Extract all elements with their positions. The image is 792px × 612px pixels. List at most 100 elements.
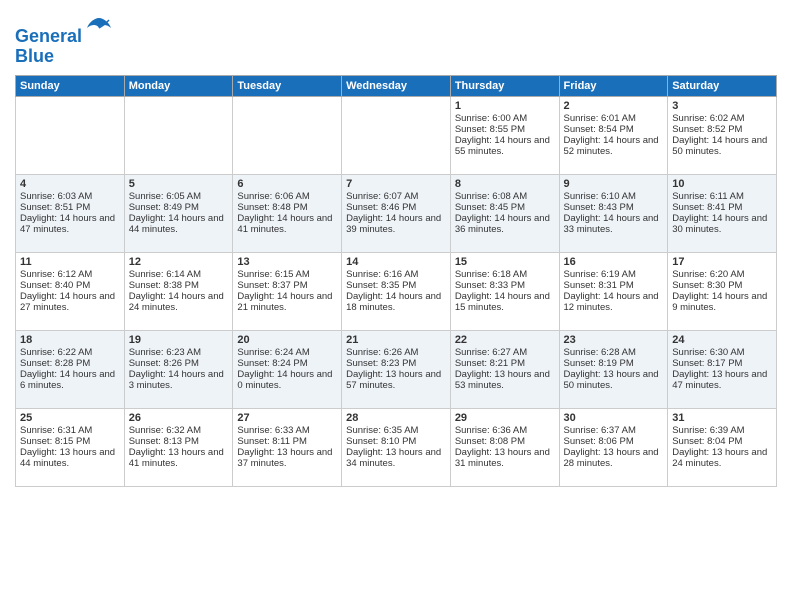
- sunrise-text: Sunrise: 6:07 AM: [346, 191, 446, 202]
- day-number: 31: [672, 412, 772, 424]
- day-cell: 7Sunrise: 6:07 AMSunset: 8:46 PMDaylight…: [342, 174, 451, 252]
- sunrise-text: Sunrise: 6:28 AM: [564, 347, 664, 358]
- daylight-text: Daylight: 14 hours and 33 minutes.: [564, 213, 664, 235]
- day-number: 28: [346, 412, 446, 424]
- day-cell: 23Sunrise: 6:28 AMSunset: 8:19 PMDayligh…: [559, 330, 668, 408]
- sunrise-text: Sunrise: 6:06 AM: [237, 191, 337, 202]
- sunrise-text: Sunrise: 6:31 AM: [20, 425, 120, 436]
- day-number: 10: [672, 178, 772, 190]
- day-cell: 26Sunrise: 6:32 AMSunset: 8:13 PMDayligh…: [124, 408, 233, 486]
- sunrise-text: Sunrise: 6:30 AM: [672, 347, 772, 358]
- day-cell: 13Sunrise: 6:15 AMSunset: 8:37 PMDayligh…: [233, 252, 342, 330]
- day-number: 5: [129, 178, 229, 190]
- day-cell: 5Sunrise: 6:05 AMSunset: 8:49 PMDaylight…: [124, 174, 233, 252]
- day-number: 1: [455, 100, 555, 112]
- day-number: 2: [564, 100, 664, 112]
- sunrise-text: Sunrise: 6:20 AM: [672, 269, 772, 280]
- calendar-table: SundayMondayTuesdayWednesdayThursdayFrid…: [15, 75, 777, 487]
- sunset-text: Sunset: 8:49 PM: [129, 202, 229, 213]
- sunrise-text: Sunrise: 6:33 AM: [237, 425, 337, 436]
- day-number: 8: [455, 178, 555, 190]
- sunset-text: Sunset: 8:48 PM: [237, 202, 337, 213]
- daylight-text: Daylight: 14 hours and 41 minutes.: [237, 213, 337, 235]
- day-cell: 14Sunrise: 6:16 AMSunset: 8:35 PMDayligh…: [342, 252, 451, 330]
- logo-general: General: [15, 26, 82, 46]
- day-cell: 12Sunrise: 6:14 AMSunset: 8:38 PMDayligh…: [124, 252, 233, 330]
- day-number: 17: [672, 256, 772, 268]
- sunrise-text: Sunrise: 6:26 AM: [346, 347, 446, 358]
- day-number: 9: [564, 178, 664, 190]
- sunset-text: Sunset: 8:55 PM: [455, 124, 555, 135]
- week-row-4: 18Sunrise: 6:22 AMSunset: 8:28 PMDayligh…: [16, 330, 777, 408]
- sunset-text: Sunset: 8:23 PM: [346, 358, 446, 369]
- day-number: 13: [237, 256, 337, 268]
- header: General Blue: [15, 10, 777, 67]
- day-cell: 28Sunrise: 6:35 AMSunset: 8:10 PMDayligh…: [342, 408, 451, 486]
- daylight-text: Daylight: 13 hours and 31 minutes.: [455, 447, 555, 469]
- daylight-text: Daylight: 13 hours and 34 minutes.: [346, 447, 446, 469]
- day-cell: 24Sunrise: 6:30 AMSunset: 8:17 PMDayligh…: [668, 330, 777, 408]
- sunrise-text: Sunrise: 6:01 AM: [564, 113, 664, 124]
- daylight-text: Daylight: 14 hours and 47 minutes.: [20, 213, 120, 235]
- day-cell: [233, 96, 342, 174]
- day-number: 6: [237, 178, 337, 190]
- header-row: SundayMondayTuesdayWednesdayThursdayFrid…: [16, 75, 777, 96]
- sunrise-text: Sunrise: 6:24 AM: [237, 347, 337, 358]
- sunset-text: Sunset: 8:04 PM: [672, 436, 772, 447]
- day-cell: 11Sunrise: 6:12 AMSunset: 8:40 PMDayligh…: [16, 252, 125, 330]
- sunrise-text: Sunrise: 6:00 AM: [455, 113, 555, 124]
- day-cell: 18Sunrise: 6:22 AMSunset: 8:28 PMDayligh…: [16, 330, 125, 408]
- sunset-text: Sunset: 8:46 PM: [346, 202, 446, 213]
- col-header-friday: Friday: [559, 75, 668, 96]
- daylight-text: Daylight: 14 hours and 55 minutes.: [455, 135, 555, 157]
- day-cell: 8Sunrise: 6:08 AMSunset: 8:45 PMDaylight…: [450, 174, 559, 252]
- sunrise-text: Sunrise: 6:02 AM: [672, 113, 772, 124]
- sunset-text: Sunset: 8:41 PM: [672, 202, 772, 213]
- day-cell: 22Sunrise: 6:27 AMSunset: 8:21 PMDayligh…: [450, 330, 559, 408]
- col-header-sunday: Sunday: [16, 75, 125, 96]
- logo-bird-icon: [85, 14, 113, 42]
- week-row-1: 1Sunrise: 6:00 AMSunset: 8:55 PMDaylight…: [16, 96, 777, 174]
- daylight-text: Daylight: 13 hours and 53 minutes.: [455, 369, 555, 391]
- sunset-text: Sunset: 8:26 PM: [129, 358, 229, 369]
- daylight-text: Daylight: 14 hours and 9 minutes.: [672, 291, 772, 313]
- daylight-text: Daylight: 14 hours and 18 minutes.: [346, 291, 446, 313]
- sunset-text: Sunset: 8:11 PM: [237, 436, 337, 447]
- week-row-2: 4Sunrise: 6:03 AMSunset: 8:51 PMDaylight…: [16, 174, 777, 252]
- col-header-thursday: Thursday: [450, 75, 559, 96]
- daylight-text: Daylight: 13 hours and 24 minutes.: [672, 447, 772, 469]
- sunset-text: Sunset: 8:28 PM: [20, 358, 120, 369]
- sunrise-text: Sunrise: 6:35 AM: [346, 425, 446, 436]
- col-header-saturday: Saturday: [668, 75, 777, 96]
- sunrise-text: Sunrise: 6:10 AM: [564, 191, 664, 202]
- day-cell: 3Sunrise: 6:02 AMSunset: 8:52 PMDaylight…: [668, 96, 777, 174]
- daylight-text: Daylight: 14 hours and 6 minutes.: [20, 369, 120, 391]
- day-cell: 31Sunrise: 6:39 AMSunset: 8:04 PMDayligh…: [668, 408, 777, 486]
- day-number: 21: [346, 334, 446, 346]
- day-number: 16: [564, 256, 664, 268]
- daylight-text: Daylight: 14 hours and 36 minutes.: [455, 213, 555, 235]
- daylight-text: Daylight: 13 hours and 50 minutes.: [564, 369, 664, 391]
- day-cell: [16, 96, 125, 174]
- sunset-text: Sunset: 8:37 PM: [237, 280, 337, 291]
- sunset-text: Sunset: 8:38 PM: [129, 280, 229, 291]
- sunset-text: Sunset: 8:35 PM: [346, 280, 446, 291]
- sunset-text: Sunset: 8:54 PM: [564, 124, 664, 135]
- sunset-text: Sunset: 8:19 PM: [564, 358, 664, 369]
- day-cell: 21Sunrise: 6:26 AMSunset: 8:23 PMDayligh…: [342, 330, 451, 408]
- day-cell: 9Sunrise: 6:10 AMSunset: 8:43 PMDaylight…: [559, 174, 668, 252]
- sunset-text: Sunset: 8:33 PM: [455, 280, 555, 291]
- day-number: 22: [455, 334, 555, 346]
- daylight-text: Daylight: 13 hours and 28 minutes.: [564, 447, 664, 469]
- daylight-text: Daylight: 13 hours and 57 minutes.: [346, 369, 446, 391]
- day-cell: 25Sunrise: 6:31 AMSunset: 8:15 PMDayligh…: [16, 408, 125, 486]
- sunrise-text: Sunrise: 6:14 AM: [129, 269, 229, 280]
- daylight-text: Daylight: 13 hours and 44 minutes.: [20, 447, 120, 469]
- sunset-text: Sunset: 8:08 PM: [455, 436, 555, 447]
- sunset-text: Sunset: 8:10 PM: [346, 436, 446, 447]
- day-number: 26: [129, 412, 229, 424]
- daylight-text: Daylight: 13 hours and 47 minutes.: [672, 369, 772, 391]
- sunrise-text: Sunrise: 6:16 AM: [346, 269, 446, 280]
- sunrise-text: Sunrise: 6:23 AM: [129, 347, 229, 358]
- daylight-text: Daylight: 14 hours and 21 minutes.: [237, 291, 337, 313]
